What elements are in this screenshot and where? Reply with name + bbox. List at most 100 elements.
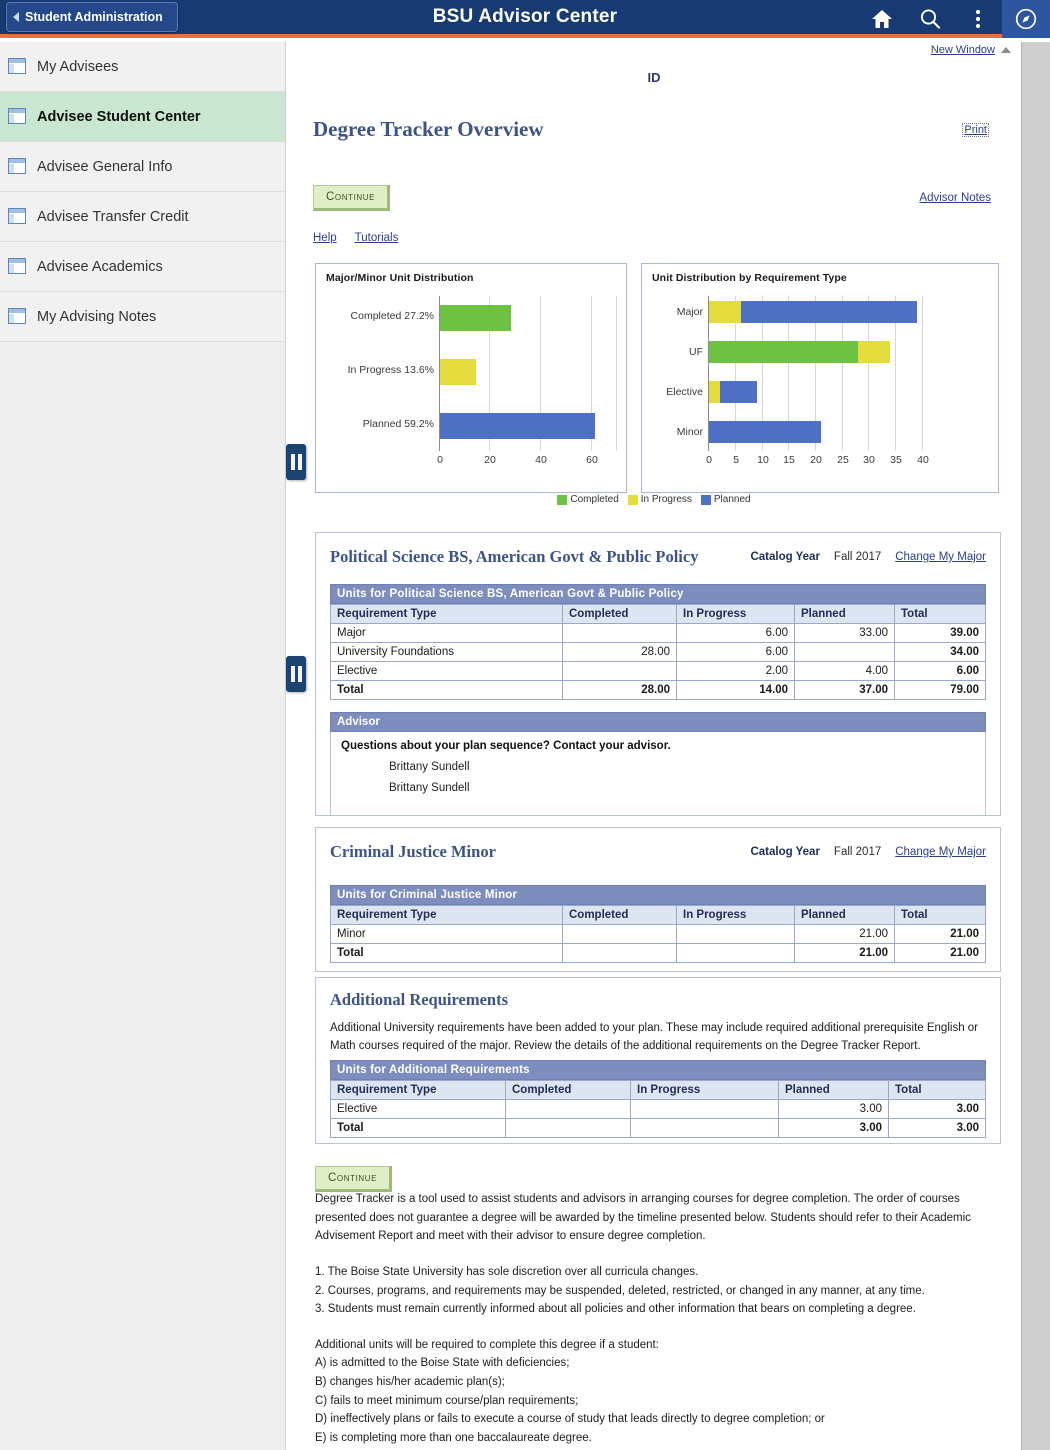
collapse-panel-handle-bottom[interactable] [286, 656, 306, 692]
col-completed: Completed [505, 1079, 631, 1100]
sidebar-item-advisee-transfer-credit[interactable]: Advisee Transfer Credit [0, 192, 285, 242]
search-icon[interactable] [906, 0, 954, 38]
chart-title: Major/Minor Unit Distribution [326, 272, 474, 284]
cell-in-progress: 2.00 [676, 660, 795, 681]
additional-requirements-card: Additional Requirements Additional Unive… [315, 977, 1001, 1144]
cell-planned: 21.00 [794, 942, 895, 963]
plan-card-minor: Criminal Justice Minor Catalog Year Fall… [315, 827, 1001, 972]
catalog-year-row: Catalog Year Fall 2017 Change My Major [750, 551, 986, 563]
chart-bar-major [709, 301, 933, 323]
chart-bar-uf [709, 341, 933, 363]
x-tick-label: 0 [437, 454, 443, 466]
change-my-major-link[interactable]: Change My Major [895, 846, 986, 858]
col-planned: Planned [794, 904, 895, 925]
cell-completed [562, 923, 677, 944]
print-link[interactable]: Print [962, 123, 989, 137]
legend-item-planned: Planned [700, 494, 751, 505]
advisor-name: Brittany Sundell [389, 781, 470, 794]
page-edit-icon [8, 258, 27, 275]
catalog-year-value: Fall 2017 [833, 551, 882, 563]
back-to-student-administration-button[interactable]: Student Administration [6, 2, 178, 32]
help-link[interactable]: Help [313, 232, 337, 244]
page-edit-icon [8, 208, 27, 225]
main-content: New Window ID Degree Tracker Overview Pr… [287, 42, 1021, 1450]
continue-button-bottom[interactable]: Continue [315, 1166, 393, 1192]
cell-completed: 28.00 [562, 679, 677, 700]
col-planned: Planned [778, 1079, 889, 1100]
footer-additional-intro: Additional units will be required to com… [315, 1338, 659, 1351]
cell-total: 34.00 [894, 641, 986, 662]
cell-requirement-type: Total [330, 942, 563, 963]
chart-unit-distribution-by-requirement-type: Unit Distribution by Requirement Type Ma… [641, 263, 999, 493]
legend-item-in-progress: In Progress [627, 494, 692, 505]
page-edit-icon [8, 108, 27, 125]
new-window-link[interactable]: New Window [931, 44, 995, 56]
change-my-major-link[interactable]: Change My Major [895, 551, 986, 563]
footer-numbered-1: 1. The Boise State University has sole d… [315, 1265, 699, 1278]
x-tick-label: 40 [535, 454, 547, 466]
sidebar-item-advisee-student-center[interactable]: Advisee Student Center [0, 92, 285, 142]
tutorials-link[interactable]: Tutorials [355, 232, 399, 244]
cell-planned: 33.00 [794, 622, 895, 643]
x-tick-label: 0 [706, 454, 712, 466]
x-tick-label: 10 [757, 454, 769, 466]
advisor-notes-link-wrap: Advisor Notes [919, 192, 991, 204]
home-icon[interactable] [858, 0, 906, 38]
cell-planned: 37.00 [794, 679, 895, 700]
catalog-year-label: Catalog Year [750, 846, 820, 858]
cell-in-progress: 14.00 [676, 679, 795, 700]
plan-header-row: Political Science BS, American Govt & Pu… [330, 547, 986, 568]
help-links-row: Help Tutorials [313, 232, 398, 244]
cell-in-progress [676, 942, 795, 963]
sidebar-item-advisee-academics[interactable]: Advisee Academics [0, 242, 285, 292]
chart-bar-completed [440, 305, 618, 331]
sidebar-item-advisee-general-info[interactable]: Advisee General Info [0, 142, 285, 192]
cell-total: 3.00 [888, 1117, 986, 1138]
cell-planned: 4.00 [794, 660, 895, 681]
collapse-caret-icon[interactable] [1001, 47, 1011, 53]
footer-intro-paragraph: Degree Tracker is a tool used to assist … [315, 1193, 971, 1243]
cell-completed [562, 942, 677, 963]
chart-category-label: In Progress 13.6% [347, 364, 434, 376]
vertical-scrollbar[interactable] [1021, 42, 1050, 1450]
cell-completed [562, 622, 677, 643]
legend-item-completed: Completed [557, 494, 619, 505]
advisor-question: Questions about your plan sequence? Cont… [341, 739, 671, 752]
chart-category-label: Elective [666, 386, 703, 398]
advisor-notes-link[interactable]: Advisor Notes [919, 192, 991, 204]
chart-bar-elective [709, 381, 933, 403]
units-table-caption: Units for Political Science BS, American… [330, 583, 986, 604]
table-header-row: Requirement Type Completed In Progress P… [330, 1079, 986, 1100]
sidebar-item-my-advisees[interactable]: My Advisees [0, 42, 285, 92]
footer-lettered-b: B) changes his/her academic plan(s); [315, 1376, 505, 1388]
collapse-panel-handle-top[interactable] [286, 444, 306, 480]
units-table-additional: Units for Additional Requirements Requir… [330, 1059, 986, 1138]
chevron-left-icon [13, 12, 19, 22]
sidebar-item-label: Advisee Academics [37, 258, 163, 275]
col-requirement-type: Requirement Type [330, 603, 563, 624]
plan-card-major: Political Science BS, American Govt & Pu… [315, 532, 1001, 816]
chart-category-label: Minor [676, 426, 703, 438]
cell-requirement-type: Elective [330, 660, 563, 681]
x-tick-label: 20 [484, 454, 496, 466]
continue-button-top[interactable]: Continue [313, 185, 391, 211]
col-in-progress: In Progress [676, 904, 795, 925]
table-header-row: Requirement Type Completed In Progress P… [330, 904, 986, 925]
table-total-row: Total 3.00 3.00 [330, 1117, 986, 1138]
cell-in-progress [676, 923, 795, 944]
cell-in-progress: 6.00 [676, 641, 795, 662]
page-title: Degree Tracker Overview [313, 117, 544, 141]
cell-in-progress: 6.00 [676, 622, 795, 643]
catalog-year-row: Catalog Year Fall 2017 Change My Major [750, 846, 986, 858]
sidebar-item-my-advising-notes[interactable]: My Advising Notes [0, 292, 285, 342]
catalog-year-value: Fall 2017 [833, 846, 882, 858]
cell-requirement-type: Elective [330, 1098, 506, 1119]
more-vertical-icon[interactable] [954, 0, 1002, 38]
compass-icon[interactable] [1002, 0, 1050, 38]
cell-planned: 3.00 [778, 1117, 889, 1138]
cell-requirement-type: Minor [330, 923, 563, 944]
sidebar-item-label: Advisee Student Center [37, 108, 201, 125]
footer-lettered-c: C) fails to meet minimum course/plan req… [315, 1394, 579, 1407]
